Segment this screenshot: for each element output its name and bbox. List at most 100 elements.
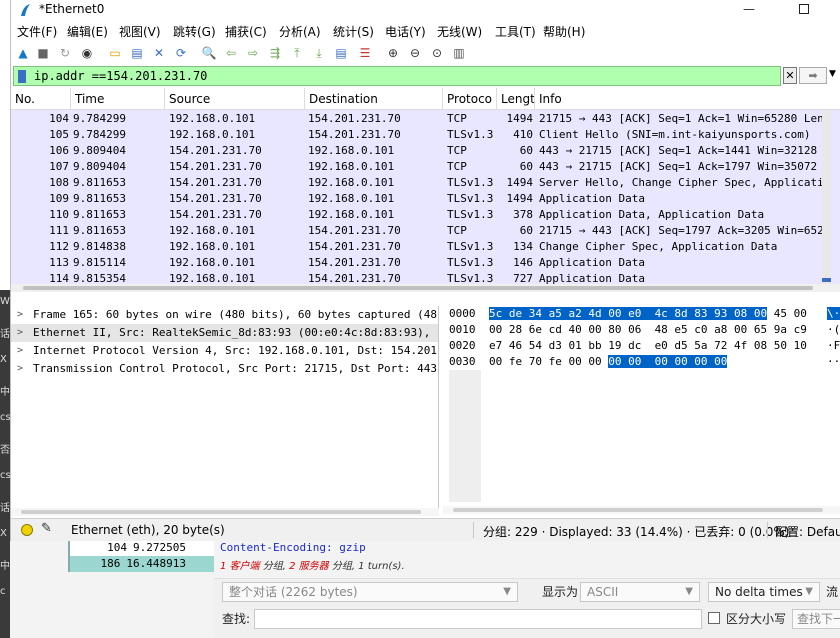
status-profile[interactable]: 配置: Default <box>775 523 840 540</box>
bytes-ascii[interactable]: \·4 ·(n ·F ·· <box>827 306 840 370</box>
restart-icon[interactable]: ↻ <box>57 45 73 61</box>
menu-item[interactable]: 无线(W) <box>437 23 482 40</box>
packet-row[interactable]: 112 9.814838 192.168.0.101 154.201.231.70 TL… <box>11 239 840 255</box>
packet-row[interactable]: 106 9.809404 154.201.231.70 192.168.0.101 TC… <box>11 143 840 159</box>
minimize-button[interactable]: — <box>743 2 755 16</box>
display-filter-input[interactable]: ip.addr ==154.201.231.70 <box>13 66 781 86</box>
edit-comment-icon[interactable]: ✎ <box>41 521 52 536</box>
menu-item[interactable]: 视图(V) <box>119 23 161 40</box>
conversation-select[interactable]: 整个对话 (2262 bytes) ▼ <box>222 582 518 602</box>
menu-item[interactable]: 工具(T) <box>495 23 536 40</box>
bytes-hex[interactable]: 5c de 34 a5 a2 4d 00 e0 4c 8d 83 93 08 0… <box>489 306 819 370</box>
packet-dst: 154.201.231.70 <box>308 224 401 237</box>
background-list-row[interactable]: 186 16.448913 <box>68 556 214 572</box>
auto-scroll-icon[interactable]: ▤ <box>333 45 349 61</box>
column-header[interactable]: Source <box>165 88 305 110</box>
menu-item[interactable]: 捕获(C) <box>225 23 267 40</box>
reload-icon[interactable]: ⟳ <box>173 45 189 61</box>
show-as-select[interactable]: ASCII ▼ <box>580 582 700 602</box>
hex-line[interactable]: e7 46 54 d3 01 bb 19 dc e0 d5 5a 72 4f 0… <box>489 338 819 354</box>
hex-bytes-selected: 00 00 00 00 00 00 <box>608 355 728 368</box>
ascii-line[interactable]: \·4 <box>827 306 840 322</box>
packet-row[interactable]: 109 9.811653 154.201.231.70 192.168.0.101 TL… <box>11 191 840 207</box>
capture-options-icon[interactable]: ◉ <box>79 45 95 61</box>
detail-tree-item[interactable]: > Transmission Control Protocol, Src Port… <box>11 360 438 378</box>
menu-item[interactable]: 统计(S) <box>333 23 374 40</box>
detail-tree-item[interactable]: > Frame 165: 60 bytes on wire (480 bits),… <box>11 306 438 324</box>
menu-item[interactable]: 跳转(G) <box>173 23 216 40</box>
stop-icon[interactable]: ■ <box>35 45 51 61</box>
packet-row[interactable]: 104 9.784299 192.168.0.101 154.201.231.70 TC… <box>11 111 840 127</box>
menu-item[interactable]: 分析(A) <box>279 23 321 40</box>
bookmark-icon[interactable] <box>18 70 26 83</box>
find-next-button[interactable]: 查找下一 <box>792 609 840 629</box>
detail-tree-label: Transmission Control Protocol, Src Port:… <box>33 362 437 375</box>
zoom-in-icon[interactable]: ⊕ <box>385 45 401 61</box>
capture-status-icon[interactable] <box>21 524 33 536</box>
column-header[interactable]: No. <box>11 88 71 110</box>
hscroll-thumb[interactable] <box>23 286 813 290</box>
column-header[interactable]: Destination <box>305 88 443 110</box>
details-hscroll-thumb[interactable] <box>21 510 421 514</box>
ascii-line[interactable]: ·F <box>827 338 840 354</box>
details-hscroll[interactable] <box>11 508 439 516</box>
detail-tree-item[interactable]: > Ethernet II, Src: RealtekSemic_8d:83:93… <box>11 324 438 342</box>
go-to-packet-icon[interactable]: ⇶ <box>267 45 283 61</box>
packet-row[interactable]: 111 9.811653 192.168.0.101 154.201.231.70 TC… <box>11 223 840 239</box>
close-file-icon[interactable]: ✕ <box>151 45 167 61</box>
packet-info: 21715 → 443 [ACK] Seq=1 Ack=1 Win=65280 … <box>539 112 823 125</box>
colorize-icon[interactable]: ☰ <box>357 45 373 61</box>
hex-line[interactable]: 00 28 6e cd 40 00 80 06 48 e5 c0 a8 00 6… <box>489 322 819 338</box>
expand-chevron-icon[interactable]: > <box>17 342 23 360</box>
menu-item[interactable]: 电话(Y) <box>385 23 426 40</box>
packet-row[interactable]: 110 9.811653 154.201.231.70 192.168.0.101 TL… <box>11 207 840 223</box>
expand-chevron-icon[interactable]: > <box>17 360 23 378</box>
menu-item[interactable]: 文件(F) <box>17 23 57 40</box>
case-sensitive-checkbox[interactable] <box>708 612 720 624</box>
packet-row[interactable]: 114 9.815354 192.168.0.101 154.201.231.70 TL… <box>11 271 840 284</box>
byte-offset: 0030 <box>449 355 476 368</box>
background-list-row[interactable]: 104 9.272505 <box>68 540 214 556</box>
go-forward-icon[interactable]: ⇨ <box>245 45 261 61</box>
column-header[interactable]: Protoco <box>443 88 497 110</box>
expand-chevron-icon[interactable]: > <box>17 306 23 324</box>
column-header[interactable]: Time <box>71 88 165 110</box>
follow-stream-controls: 整个对话 (2262 bytes) ▼ 显示为 ASCII ▼ No delta t… <box>214 578 840 638</box>
filter-history-dropdown-icon[interactable]: ▼ <box>829 69 836 79</box>
packet-list-hscroll[interactable] <box>11 284 840 292</box>
open-file-icon[interactable]: ▭ <box>107 45 123 61</box>
save-file-icon[interactable]: ▤ <box>129 45 145 61</box>
menu-item[interactable]: 编辑(E) <box>67 23 108 40</box>
packet-row[interactable]: 105 9.784299 192.168.0.101 154.201.231.70 TL… <box>11 127 840 143</box>
column-header[interactable]: Lengt <box>497 88 535 110</box>
clear-filter-button[interactable]: ✕ <box>783 67 797 84</box>
find-packet-icon[interactable]: 🔍 <box>201 45 217 61</box>
maximize-button[interactable] <box>799 4 809 14</box>
hex-line[interactable]: 00 fe 70 fe 00 00 00 00 00 00 00 00 <box>489 354 819 370</box>
packet-row[interactable]: 108 9.811653 154.201.231.70 192.168.0.101 TL… <box>11 175 840 191</box>
column-header[interactable]: Info <box>535 88 840 110</box>
go-back-icon[interactable]: ⇦ <box>223 45 239 61</box>
menu-item[interactable]: 帮助(H) <box>543 23 585 40</box>
zoom-normal-icon[interactable]: ⊙ <box>429 45 445 61</box>
packet-row[interactable]: 113 9.815114 192.168.0.101 154.201.231.70 TL… <box>11 255 840 271</box>
bg-row-time: 9.272505 <box>133 541 186 554</box>
hex-line[interactable]: 5c de 34 a5 a2 4d 00 e0 4c 8d 83 93 08 0… <box>489 306 819 322</box>
find-input[interactable] <box>254 609 702 629</box>
resize-columns-icon[interactable]: ▥ <box>451 45 467 61</box>
packet-time: 9.811653 <box>73 192 126 205</box>
apply-filter-button[interactable]: ➡ <box>799 67 827 84</box>
first-packet-icon[interactable]: ⤒ <box>289 45 305 61</box>
bytes-hscroll[interactable] <box>443 506 840 514</box>
delta-times-select[interactable]: No delta times ▼ <box>708 582 820 602</box>
shark-fin-start-icon[interactable]: ▲ <box>15 45 31 61</box>
ascii-line[interactable]: ·· <box>827 354 840 370</box>
zoom-out-icon[interactable]: ⊖ <box>407 45 423 61</box>
detail-tree-item[interactable]: > Internet Protocol Version 4, Src: 192.1… <box>11 342 438 360</box>
packet-list-vscroll[interactable] <box>822 110 831 284</box>
bytes-hscroll-thumb[interactable] <box>453 508 823 512</box>
last-packet-icon[interactable]: ⤓ <box>311 45 327 61</box>
packet-row[interactable]: 107 9.809404 154.201.231.70 192.168.0.101 TC… <box>11 159 840 175</box>
ascii-line[interactable]: ·(n <box>827 322 840 338</box>
expand-chevron-icon[interactable]: > <box>17 324 23 342</box>
